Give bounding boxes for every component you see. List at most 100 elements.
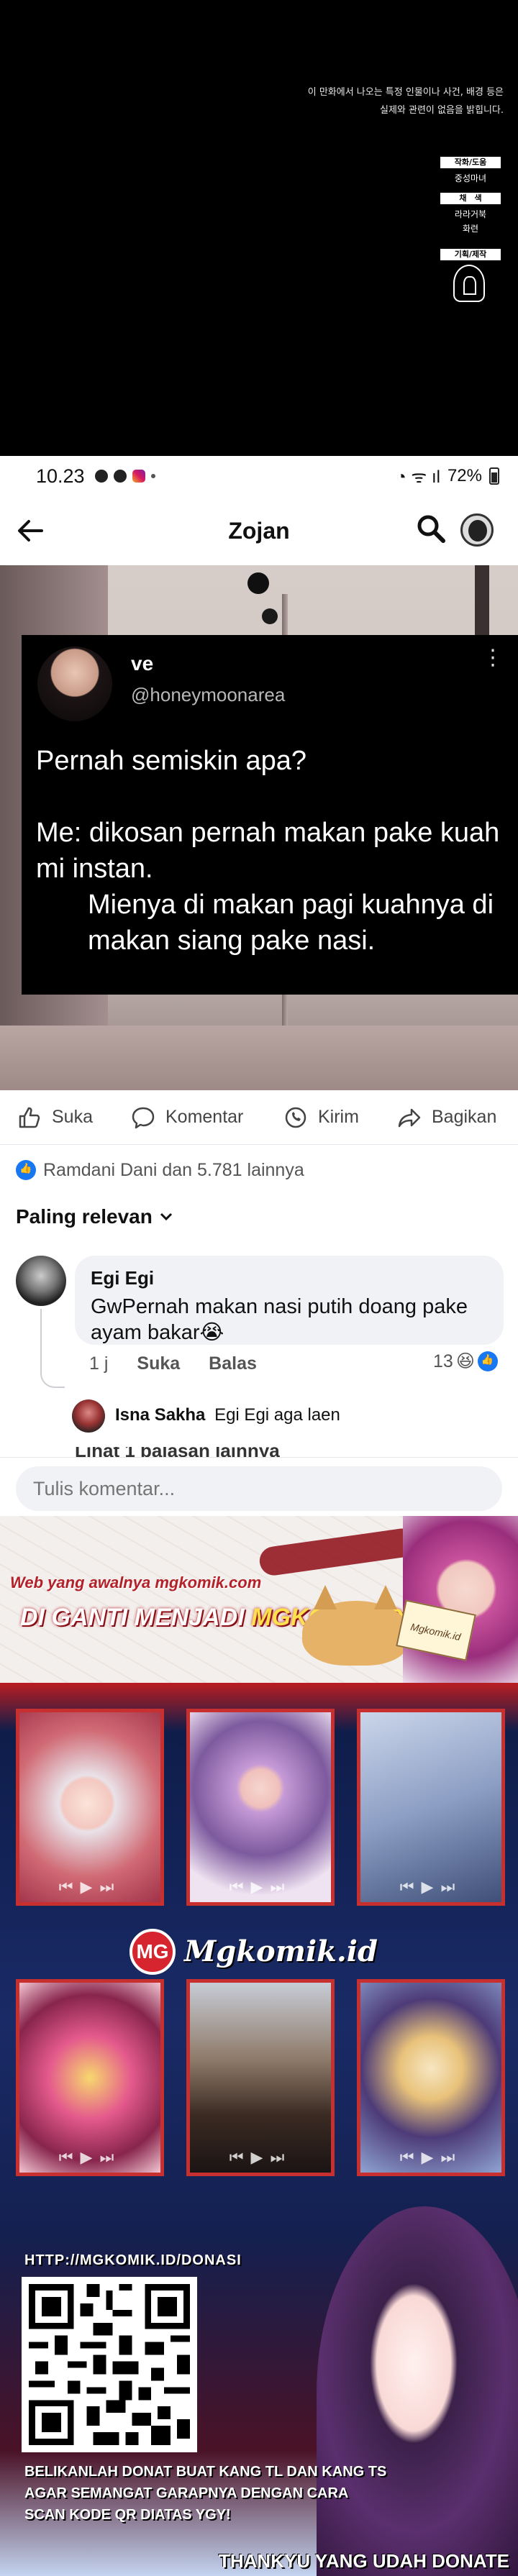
comic-cover[interactable]: ⏮▶⏭ (16, 1709, 164, 1906)
credit-art-label: 채 색 (440, 193, 501, 204)
comic-cover[interactable]: ⏮▶⏭ (186, 1709, 335, 1906)
more-replies-link[interactable]: Lihat 1 balasan lainnya (75, 1447, 280, 1457)
banner-prefix: DI GANTI MENJADI (20, 1604, 252, 1631)
qr-code-icon (29, 2284, 190, 2445)
credit-author: 작화/도움 중성마녀 (436, 157, 505, 186)
like-button[interactable]: Suka (17, 1105, 93, 1130)
comment-bubble-icon (132, 1107, 155, 1128)
comment-input[interactable] (16, 1466, 502, 1511)
post-photo[interactable]: ve @honeymoonarea ⋮ Pernah semiskin apa?… (0, 565, 518, 1090)
comment-reply-link[interactable]: Balas (209, 1353, 257, 1374)
notification-icons (94, 470, 155, 483)
instagram-icon (132, 470, 145, 483)
comic-cover[interactable]: ⏮▶⏭ (357, 1979, 505, 2176)
comic-cover[interactable]: ⏮▶⏭ (357, 1709, 505, 1906)
tweet-line2: Me: dikosan pernah makan pake kuah mi in… (36, 818, 500, 884)
status-bar: 10.23 ◔ ᯤ ıl 72% (0, 456, 518, 496)
comment-text: GwPernah makan nasi putih doang pake aya… (91, 1295, 468, 1344)
comment-composer-bar (0, 1457, 518, 1516)
laugh-reaction-icon: 😆 (455, 1351, 475, 1371)
disclaimer: 이 만화에서 나오는 특정 인물이나 사건, 배경 등은 실제와 관련이 없음을… (230, 83, 504, 119)
whatsapp-icon (285, 1107, 306, 1128)
share-arrow-icon (398, 1108, 421, 1127)
battery-text: 72% (447, 466, 482, 485)
comment-meta: 1 j Suka Balas (89, 1353, 257, 1374)
media-controls-icon: ⏮▶⏭ (229, 1878, 292, 1896)
comment-button[interactable]: Komentar (131, 1105, 243, 1130)
comment-author[interactable]: Egi Egi (91, 1267, 488, 1289)
reaction-summary[interactable]: Ramdani Dani dan 5.781 lainnya (16, 1145, 304, 1195)
wifi-signal-icon: ◔ ᯤ ıl (396, 467, 440, 487)
system-icons: ◔ ᯤ ıl 72% (396, 465, 499, 488)
comment-sort-dropdown[interactable]: Paling relevan (16, 1195, 173, 1238)
profile-avatar[interactable] (460, 513, 494, 547)
tweet-author-handle: @honeymoonarea (131, 684, 286, 705)
mgkomik-logo: MG Mgkomik.id (130, 1929, 388, 1975)
disclaimer-line1: 이 만화에서 나오는 특정 인물이나 사건, 배경 등은 (307, 87, 504, 98)
battery-icon (489, 467, 499, 485)
media-controls-icon: ⏮▶⏭ (229, 2148, 292, 2166)
reply-author: Isna Sakha (115, 1405, 206, 1425)
credit-plan-label: 기획/제작 (440, 249, 501, 260)
like-label: Suka (52, 1107, 93, 1127)
comment-reaction-number: 13 (433, 1351, 453, 1371)
share-label: Bagikan (432, 1107, 497, 1127)
media-controls-icon: ⏮▶⏭ (399, 2148, 463, 2166)
tweet-line1: Pernah semiskin apa? (36, 746, 306, 776)
credit-art-name1: 라라거북 (454, 209, 487, 219)
like-reaction-icon (16, 1160, 36, 1180)
more-dot-icon (150, 474, 155, 478)
messenger-icon (113, 470, 127, 483)
tweet-card: ve @honeymoonarea ⋮ Pernah semiskin apa?… (22, 635, 518, 995)
post-actions: Suka Komentar Kirim Bagikan (0, 1090, 518, 1145)
mgkomik-promo: Web yang awalnya mgkomik.com DI GANTI ME… (0, 1516, 518, 2576)
reply-text: Egi Egi aga laen (214, 1405, 340, 1425)
reply-preview[interactable]: Isna Sakha Egi Egi aga laen (115, 1405, 340, 1425)
send-label: Kirim (318, 1107, 359, 1127)
top-navbar: Zojan (0, 496, 518, 565)
thumbs-up-icon (19, 1107, 40, 1128)
comment-time: 1 j (89, 1353, 109, 1374)
facebook-post-screenshot: 10.23 ◔ ᯤ ıl 72% Zojan ve @honeymoonarea… (0, 456, 518, 1516)
tweet-author-name: ve (131, 652, 154, 675)
media-controls-icon: ⏮▶⏭ (399, 1878, 463, 1896)
reply-avatar[interactable] (72, 1399, 105, 1433)
more-options-icon: ⋮ (482, 646, 504, 670)
donate-qr-code[interactable] (22, 2277, 197, 2452)
donate-msg-line3: SCAN KODE QR DIATAS YGY! (24, 2507, 231, 2523)
app-notification-icon (94, 470, 108, 483)
comment-like-link[interactable]: Suka (137, 1353, 180, 1374)
credit-art: 채 색 라라거북 화련 (436, 193, 505, 236)
media-controls-icon: ⏮▶⏭ (58, 2148, 122, 2166)
credits-page: 이 만화에서 나오는 특정 인물이나 사건, 배경 등은 실제와 관련이 없음을… (0, 0, 518, 456)
credit-author-name: 중성마녀 (454, 173, 487, 183)
mg-logo-icon: MG (130, 1929, 176, 1975)
banner-old-domain-text: Web yang awalnya mgkomik.com (10, 1574, 262, 1591)
comment-bubble[interactable]: Egi Egi GwPernah makan nasi putih doang … (75, 1256, 504, 1345)
domain-change-banner: Web yang awalnya mgkomik.com DI GANTI ME… (0, 1516, 518, 1683)
donate-url[interactable]: HTTP://MGKOMIK.ID/DONASI (24, 2252, 242, 2269)
comment-reaction-count[interactable]: 13 😆 (433, 1351, 498, 1372)
send-whatsapp-button[interactable]: Kirim (283, 1105, 359, 1130)
tweet-avatar (37, 647, 112, 721)
sort-label: Paling relevan (16, 1205, 153, 1228)
studio-logo-icon (453, 265, 485, 302)
reply-thread-line (40, 1309, 65, 1388)
share-button[interactable]: Bagikan (397, 1105, 496, 1130)
commenter-avatar[interactable] (16, 1256, 66, 1306)
credit-plan: 기획/제작 (436, 249, 505, 263)
disclaimer-line2: 실제와 관련이 없음을 밝힙니다. (379, 105, 504, 116)
credit-art-name2: 화련 (462, 224, 479, 234)
thanks-text: THANKYU YANG UDAH DONATE (219, 2550, 509, 2572)
search-icon[interactable] (416, 513, 446, 544)
credit-author-label: 작화/도움 (440, 157, 501, 168)
dog-mascot-illustration (302, 1585, 410, 1666)
media-controls-icon: ⏮▶⏭ (58, 1878, 122, 1896)
donate-msg-line2: AGAR SEMANGAT GARAPNYA DENGAN CARA (24, 2485, 349, 2501)
mg-logo-text: Mgkomik.id (184, 1935, 378, 1968)
comic-cover[interactable]: ⏮▶⏭ (186, 1979, 335, 2176)
like-reaction-icon (477, 1351, 498, 1371)
comic-cover[interactable]: ⏮▶⏭ (16, 1979, 164, 2176)
donate-msg-line1: BELIKANLAH DONAT BUAT KANG TL DAN KANG T… (24, 2464, 387, 2480)
tweet-body: Pernah semiskin apa? Me: dikosan pernah … (36, 743, 511, 959)
